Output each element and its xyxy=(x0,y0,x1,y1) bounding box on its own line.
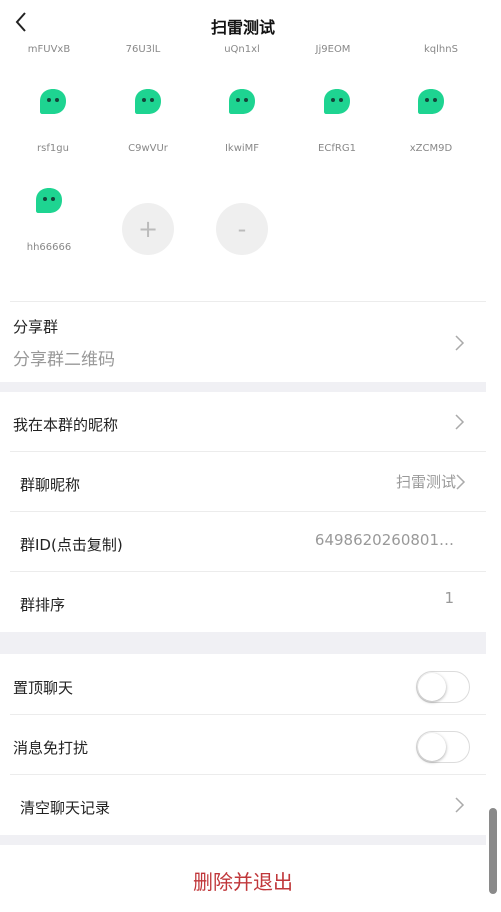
scrollbar-thumb[interactable] xyxy=(489,808,497,894)
pin-chat-label: 置顶聊天 xyxy=(13,679,74,697)
remove-member-button[interactable]: - xyxy=(216,203,268,255)
group-name-label: 群聊昵称 xyxy=(20,476,81,494)
chevron-right-icon xyxy=(453,334,467,352)
toggle-knob xyxy=(418,673,446,701)
chevron-right-icon xyxy=(453,413,467,431)
chevron-right-icon xyxy=(454,473,468,491)
clear-history-row[interactable]: 清空聊天记录 xyxy=(0,775,486,835)
member-name: rsf1gu xyxy=(37,143,69,154)
member-item[interactable]: IkwiMF xyxy=(202,87,282,154)
mute-label: 消息免打扰 xyxy=(13,739,89,757)
group-sort-value: 1 xyxy=(444,589,454,607)
member-avatar xyxy=(133,87,163,117)
my-nickname-row[interactable]: 我在本群的昵称 xyxy=(0,392,486,452)
pin-chat-row: 置顶聊天 xyxy=(0,654,486,714)
member-name: ECfRG1 xyxy=(318,143,356,154)
group-name-value: 扫雷测试 xyxy=(395,473,456,491)
member-item[interactable]: Jj9EOM xyxy=(293,44,373,55)
section-gap xyxy=(0,632,486,654)
chat-bubble-avatar-icon xyxy=(135,89,161,114)
member-avatar xyxy=(416,87,446,117)
group-id-label: 群ID(点击复制) xyxy=(20,536,123,554)
member-item[interactable]: hh66666 xyxy=(9,186,89,253)
member-name: kqlhnS xyxy=(424,44,458,55)
top-bar: 扫雷测试 xyxy=(0,0,486,46)
chat-bubble-avatar-icon xyxy=(40,89,66,114)
delete-and-exit-button[interactable]: 删除并退出 xyxy=(0,866,486,895)
chat-bubble-avatar-icon xyxy=(229,89,255,114)
member-item[interactable]: xZCM9D xyxy=(391,87,471,154)
member-avatar xyxy=(34,186,64,216)
group-name-row[interactable]: 群聊昵称 扫雷测试 xyxy=(0,452,486,512)
chat-bubble-avatar-icon xyxy=(418,89,444,114)
member-name: mFUVxB xyxy=(27,44,71,55)
chevron-right-icon xyxy=(453,796,467,814)
chat-bubble-avatar-icon xyxy=(324,89,350,114)
member-name: xZCM9D xyxy=(409,143,453,154)
group-sort-row[interactable]: 群排序 1 xyxy=(0,572,486,632)
member-item[interactable]: rsf1gu xyxy=(13,87,93,154)
share-group-label: 分享群 xyxy=(13,318,59,336)
clear-history-label: 清空聊天记录 xyxy=(20,799,111,817)
member-avatar xyxy=(38,87,68,117)
member-item[interactable]: ECfRG1 xyxy=(297,87,377,154)
settings-scroll[interactable]: 扫雷测试 mFUVxB 76U3lL uQn1xl Jj9EOM kqlhnS xyxy=(0,0,486,912)
member-name: uQn1xl xyxy=(224,44,260,55)
share-group-qrcode: 分享群二维码 xyxy=(13,350,115,370)
mute-toggle[interactable] xyxy=(416,731,470,763)
my-nickname-label: 我在本群的昵称 xyxy=(13,416,119,434)
group-sort-label: 群排序 xyxy=(20,596,66,614)
group-id-value: 6498620260801… xyxy=(314,531,454,549)
member-item[interactable]: kqlhnS xyxy=(401,44,481,55)
add-member-button[interactable]: + xyxy=(122,203,174,255)
section-gap xyxy=(0,382,486,392)
toggle-knob xyxy=(418,733,446,761)
member-name: hh66666 xyxy=(26,242,72,253)
member-item[interactable]: mFUVxB xyxy=(9,44,89,55)
member-name: Jj9EOM xyxy=(315,44,351,55)
group-id-row[interactable]: 群ID(点击复制) 6498620260801… xyxy=(0,512,486,572)
page-title: 扫雷测试 xyxy=(210,18,275,37)
share-group-row[interactable]: 分享群 分享群二维码 xyxy=(0,302,486,382)
pin-chat-toggle[interactable] xyxy=(416,671,470,703)
member-name: C9wVUr xyxy=(128,143,168,154)
member-name: 76U3lL xyxy=(125,44,161,55)
member-item[interactable]: uQn1xl xyxy=(202,44,282,55)
chat-bubble-avatar-icon xyxy=(36,188,62,213)
member-avatar xyxy=(322,87,352,117)
section-gap xyxy=(0,835,486,845)
member-avatar xyxy=(227,87,257,117)
mute-row: 消息免打扰 xyxy=(0,715,486,775)
member-name: IkwiMF xyxy=(224,143,260,154)
member-item[interactable]: C9wVUr xyxy=(108,87,188,154)
member-item[interactable]: 76U3lL xyxy=(103,44,183,55)
